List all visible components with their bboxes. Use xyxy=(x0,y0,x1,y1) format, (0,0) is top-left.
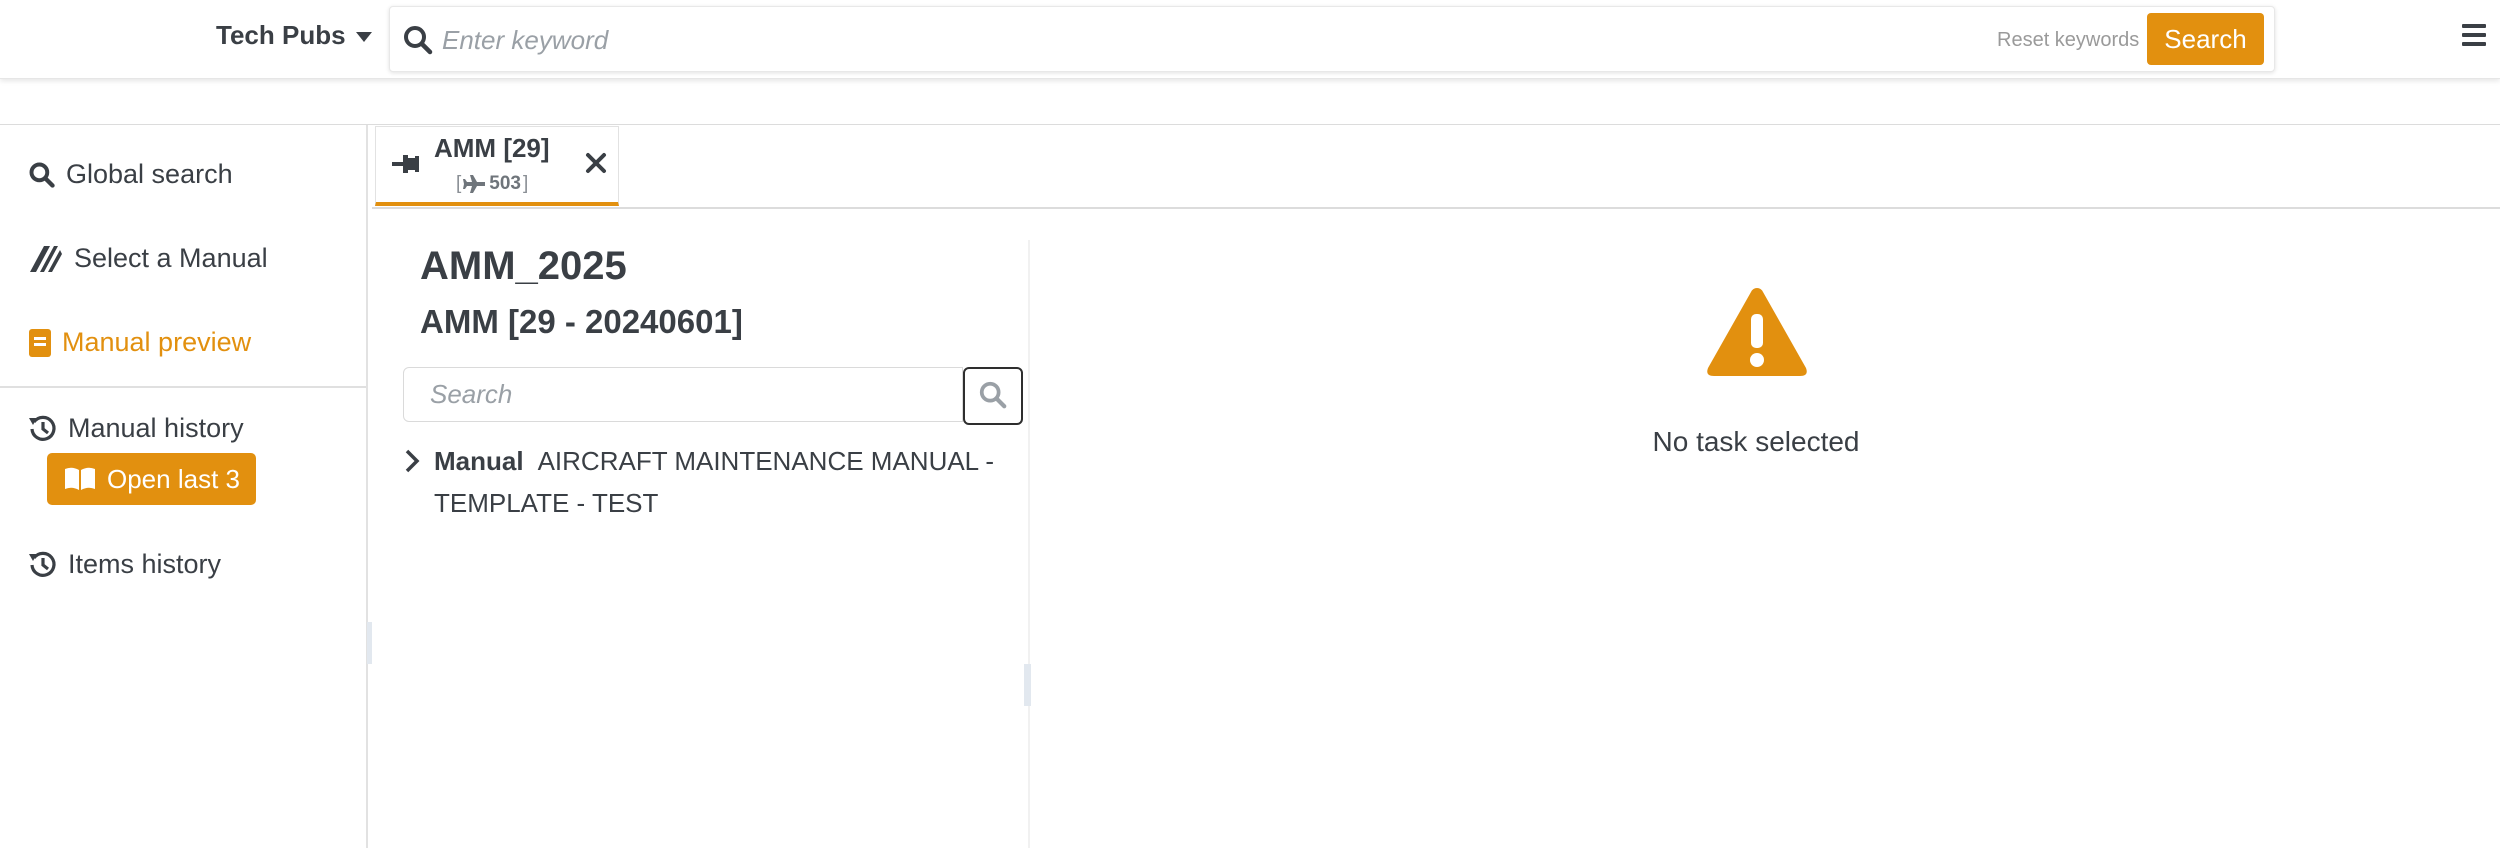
history-icon xyxy=(29,415,56,441)
reset-keywords-link[interactable]: Reset keywords xyxy=(1997,29,2139,52)
tree-search-button[interactable] xyxy=(963,367,1023,425)
sidebar-item-select-manual[interactable]: Select a Manual xyxy=(28,243,268,274)
sidebar-item-manual-history[interactable]: Manual history xyxy=(28,413,244,444)
empty-state-message: No task selected xyxy=(1652,426,1860,457)
sidebar-item-manual-preview[interactable]: Manual preview xyxy=(28,327,251,358)
open-last-label: Open last 3 xyxy=(107,463,240,494)
sidebar-item-items-history[interactable]: Items history xyxy=(28,549,221,580)
search-icon xyxy=(979,381,1007,409)
history-icon xyxy=(29,551,56,577)
manual-select-icon xyxy=(30,245,62,272)
sidebar-item-label: Global search xyxy=(66,159,233,189)
close-icon[interactable] xyxy=(584,151,608,175)
search-button[interactable]: Search xyxy=(2147,13,2264,65)
sidebar-divider xyxy=(0,386,366,388)
keyword-input[interactable] xyxy=(440,17,1944,63)
chevron-right-icon[interactable] xyxy=(403,448,421,474)
sidebar-item-label: Items history xyxy=(68,549,222,579)
manual-subtitle: AMM [29 - 20240601] xyxy=(420,303,743,340)
tab-aircraft-info: [ 503 ] xyxy=(456,173,528,195)
tab-sub-open-bracket: [ xyxy=(456,173,462,194)
sidebar-item-label: Manual history xyxy=(68,413,244,443)
caret-down-icon xyxy=(355,32,372,42)
search-icon xyxy=(404,26,433,55)
sidebar: Global search Select a Manual Manual pre… xyxy=(0,125,368,848)
tab-sub-value: 503 xyxy=(489,173,521,194)
sidebar-item-label: Select a Manual xyxy=(74,243,268,273)
tree-node-type: Manual xyxy=(434,446,524,476)
panel-divider xyxy=(1028,240,1030,848)
global-search-box: Reset keywords Search xyxy=(389,6,2275,72)
subheader-divider xyxy=(0,124,2500,125)
tab-label: AMM [29] xyxy=(434,133,550,163)
tab-sub-close-bracket: ] xyxy=(522,173,529,194)
brand-dropdown[interactable]: Tech Pubs xyxy=(216,20,372,51)
sidebar-item-label: Manual preview xyxy=(62,327,252,357)
tree-search-input[interactable] xyxy=(403,367,963,422)
book-icon xyxy=(29,328,51,357)
sidebar-item-global-search[interactable]: Global search xyxy=(28,159,233,190)
open-last-3-button[interactable]: Open last 3 xyxy=(47,453,256,505)
hamburger-menu-icon[interactable] xyxy=(2462,24,2486,50)
search-icon xyxy=(29,162,55,188)
open-book-icon xyxy=(65,467,95,490)
tree-node-text[interactable]: Manual AIRCRAFT MAINTENANCE MANUAL - TEMP… xyxy=(434,440,1024,524)
tab-amm-29[interactable]: AMM [29] [ 503 ] xyxy=(375,126,619,206)
brand-label: Tech Pubs xyxy=(216,20,346,50)
warning-icon xyxy=(1707,288,1807,376)
pin-icon[interactable] xyxy=(390,149,420,179)
manual-title: AMM_2025 xyxy=(420,244,627,288)
top-header: Tech Pubs Reset keywords Search xyxy=(0,0,2500,79)
plane-icon xyxy=(463,175,486,193)
tab-bar-divider xyxy=(372,207,2500,209)
panel-resize-handle[interactable] xyxy=(1024,664,1031,706)
